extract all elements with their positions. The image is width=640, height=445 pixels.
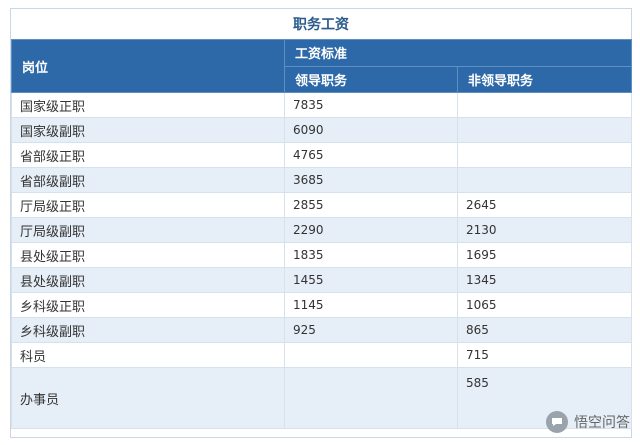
position-cell: 乡科级正职 bbox=[11, 292, 285, 318]
table-row: 国家级正职 7835 bbox=[11, 92, 633, 118]
table-row: 省部级副职 3685 bbox=[11, 167, 633, 193]
leader-cell bbox=[284, 342, 458, 368]
leader-cell bbox=[284, 367, 458, 429]
position-cell: 国家级正职 bbox=[11, 92, 285, 118]
nonleader-cell bbox=[456, 167, 633, 193]
salary-table: 岗位 工资标准 领导职务 非领导职务 国家级正职 7835 国家级副职 6090… bbox=[11, 39, 633, 429]
leader-cell: 4765 bbox=[284, 142, 458, 168]
header-leader: 领导职务 bbox=[284, 65, 458, 93]
nonleader-cell: 1065 bbox=[456, 292, 633, 318]
table-row: 省部级正职 4765 bbox=[11, 142, 633, 168]
position-cell: 乡科级副职 bbox=[11, 317, 285, 343]
watermark: 悟空问答 bbox=[546, 411, 630, 433]
header-salary-group: 工资标准 bbox=[283, 39, 633, 67]
position-cell: 县处级正职 bbox=[11, 242, 285, 268]
position-cell: 省部级副职 bbox=[11, 167, 285, 193]
position-cell: 省部级正职 bbox=[11, 142, 285, 168]
nonleader-cell: 1345 bbox=[456, 267, 633, 293]
nonleader-cell bbox=[456, 117, 633, 143]
position-cell: 厅局级副职 bbox=[11, 217, 285, 243]
position-cell: 县处级副职 bbox=[11, 267, 285, 293]
leader-cell: 1145 bbox=[284, 292, 458, 318]
nonleader-cell: 865 bbox=[456, 317, 633, 343]
leader-cell: 2290 bbox=[284, 217, 458, 243]
table-row: 科员 715 bbox=[11, 342, 633, 368]
nonleader-cell: 715 bbox=[456, 342, 633, 368]
header-position: 岗位 bbox=[11, 39, 285, 93]
table-row: 厅局级副职 2290 2130 bbox=[11, 217, 633, 243]
leader-cell: 1455 bbox=[284, 267, 458, 293]
position-cell: 科员 bbox=[11, 342, 285, 368]
leader-cell: 6090 bbox=[284, 117, 458, 143]
nonleader-cell bbox=[456, 142, 633, 168]
table-row: 县处级副职 1455 1345 bbox=[11, 267, 633, 293]
nonleader-cell: 2645 bbox=[456, 192, 633, 218]
leader-cell: 3685 bbox=[284, 167, 458, 193]
position-cell: 厅局级正职 bbox=[11, 192, 285, 218]
leader-cell: 1835 bbox=[284, 242, 458, 268]
leader-cell: 7835 bbox=[284, 92, 458, 118]
table-row: 县处级正职 1835 1695 bbox=[11, 242, 633, 268]
table-row: 乡科级副职 925 865 bbox=[11, 317, 633, 343]
table-title: 职务工资 bbox=[11, 9, 631, 40]
table-row: 乡科级正职 1145 1065 bbox=[11, 292, 633, 318]
nonleader-cell: 1695 bbox=[456, 242, 633, 268]
position-cell: 国家级副职 bbox=[11, 117, 285, 143]
watermark-text: 悟空问答 bbox=[574, 415, 630, 431]
nonleader-cell: 2130 bbox=[456, 217, 633, 243]
leader-cell: 2855 bbox=[284, 192, 458, 218]
nonleader-cell bbox=[456, 92, 633, 118]
table-row: 国家级副职 6090 bbox=[11, 117, 633, 143]
table-row: 办事员 585 bbox=[11, 367, 633, 429]
header-nonleader: 非领导职务 bbox=[456, 65, 633, 93]
salary-table-frame: 职务工资 岗位 工资标准 领导职务 非领导职务 国家级正职 7835 国家级副职… bbox=[10, 8, 633, 438]
leader-cell: 925 bbox=[284, 317, 458, 343]
position-cell: 办事员 bbox=[11, 367, 285, 429]
table-row: 厅局级正职 2855 2645 bbox=[11, 192, 633, 218]
speech-bubble-icon bbox=[546, 411, 568, 433]
